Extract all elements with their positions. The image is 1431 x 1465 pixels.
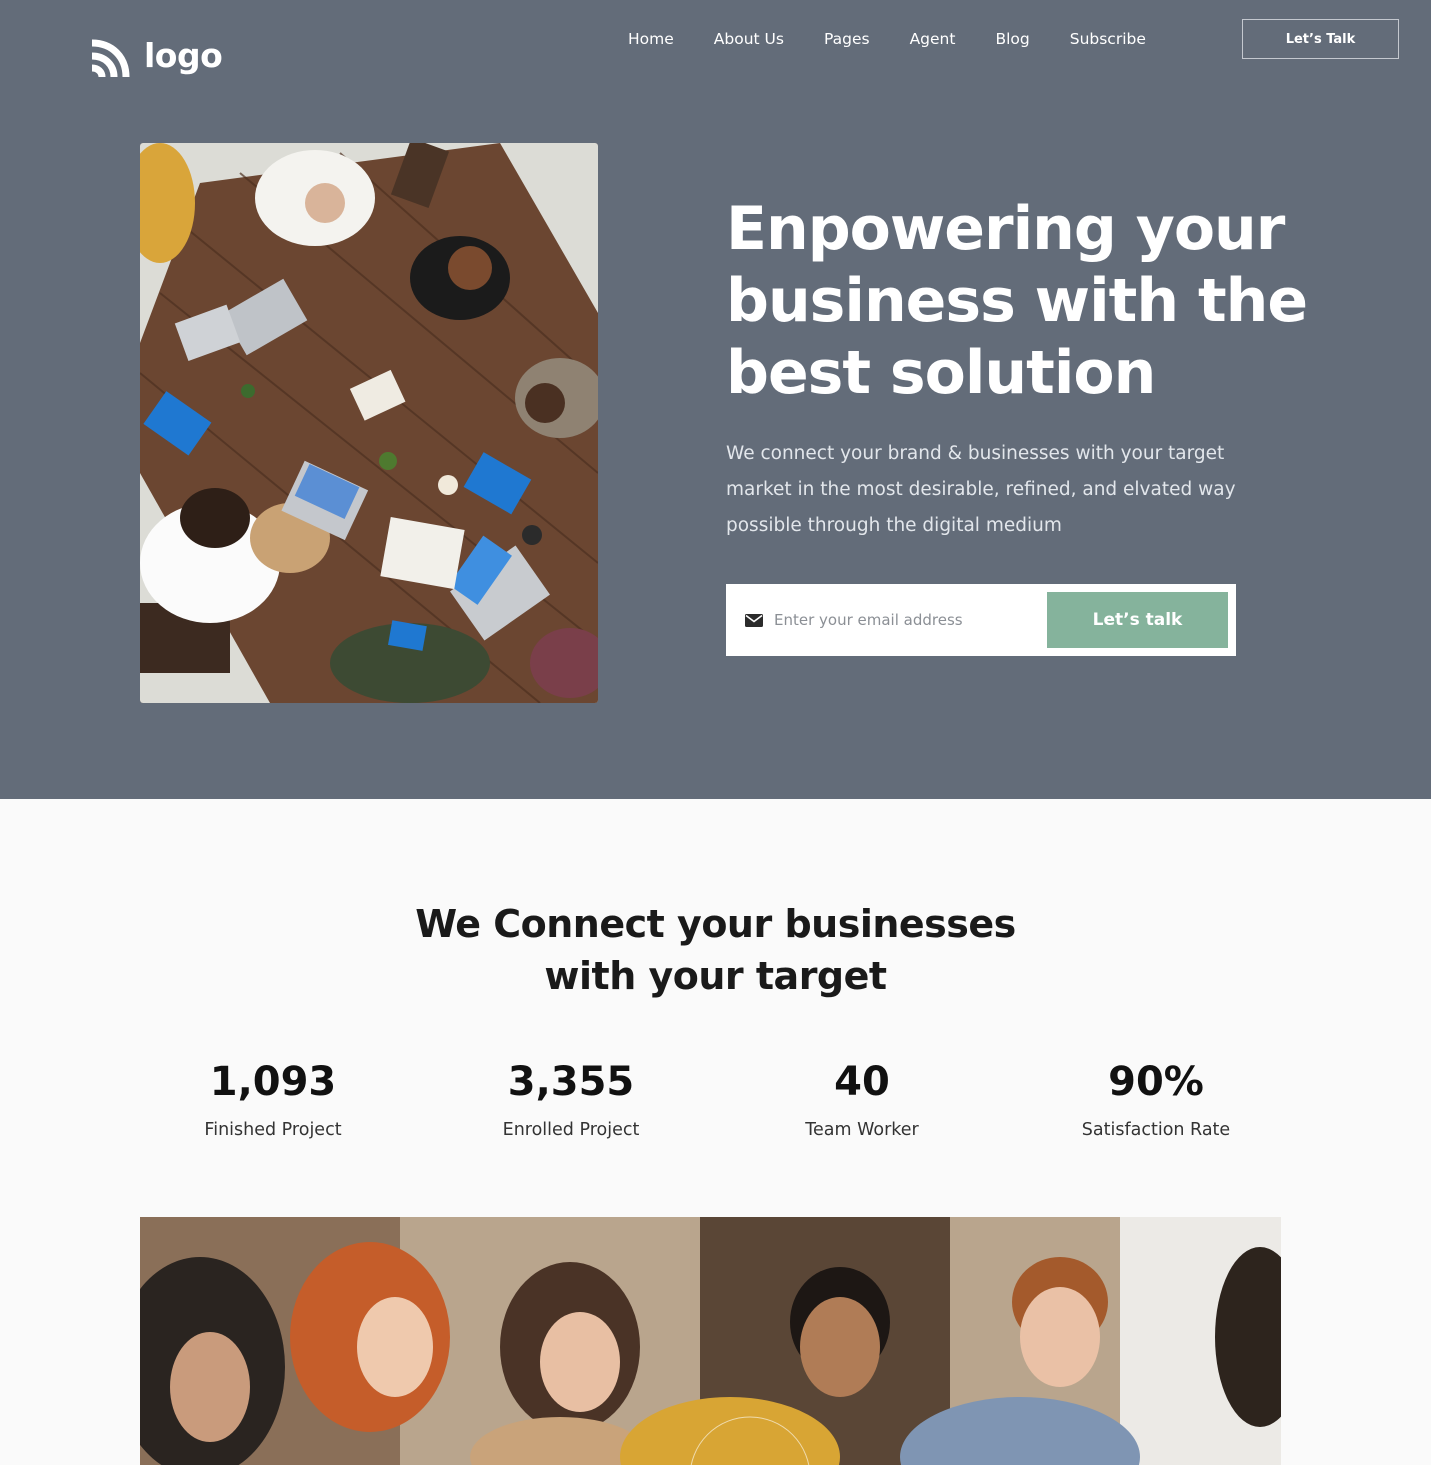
stat-value: 90%: [1108, 1059, 1204, 1105]
section-title-line-1: We Connect your businesses: [415, 902, 1016, 946]
hero-meeting-image: [140, 143, 598, 703]
logo[interactable]: logo: [88, 35, 223, 81]
main-nav: Home About Us Pages Agent Blog Subscribe: [628, 29, 1186, 49]
stat-value: 1,093: [209, 1059, 337, 1105]
nav-home[interactable]: Home: [628, 29, 674, 49]
wave-logo-icon: [91, 39, 130, 78]
mail-icon: [745, 614, 763, 627]
lets-talk-header-button[interactable]: Let’s Talk: [1242, 19, 1399, 59]
stat-label: Finished Project: [204, 1120, 342, 1140]
stat-label: Team Worker: [805, 1120, 919, 1140]
stat-team-worker: 40 Team Worker: [712, 1056, 1012, 1142]
hero-description: We connect your brand & businesses with …: [726, 443, 1236, 536]
section-title-line-2: with your target: [544, 954, 887, 998]
nav-agent[interactable]: Agent: [910, 29, 956, 49]
nav-pages[interactable]: Pages: [824, 29, 870, 49]
stat-label: Satisfaction Rate: [1081, 1120, 1231, 1140]
hero-title: Enpowering your business with the best s…: [726, 194, 1308, 408]
stat-satisfaction-rate: 90% Satisfaction Rate: [1006, 1056, 1306, 1142]
stat-value: 40: [834, 1059, 890, 1105]
stat-finished-project: 1,093 Finished Project: [123, 1056, 423, 1142]
section-title: We Connect your businesses with your tar…: [0, 898, 1431, 1002]
nav-subscribe[interactable]: Subscribe: [1070, 29, 1146, 49]
stat-enrolled-project: 3,355 Enrolled Project: [421, 1056, 721, 1142]
nav-blog[interactable]: Blog: [995, 29, 1029, 49]
hero-section: logo Home About Us Pages Agent Blog Subs…: [0, 0, 1431, 799]
email-input[interactable]: [774, 602, 1039, 638]
team-meeting-image: [140, 1217, 1281, 1465]
stat-value: 3,355: [507, 1059, 635, 1105]
stat-label: Enrolled Project: [502, 1120, 640, 1140]
lets-talk-submit-button[interactable]: Let’s talk: [1047, 592, 1228, 648]
logo-text: logo: [144, 35, 223, 75]
email-signup-form: Let’s talk: [726, 584, 1236, 656]
nav-about-us[interactable]: About Us: [714, 29, 784, 49]
